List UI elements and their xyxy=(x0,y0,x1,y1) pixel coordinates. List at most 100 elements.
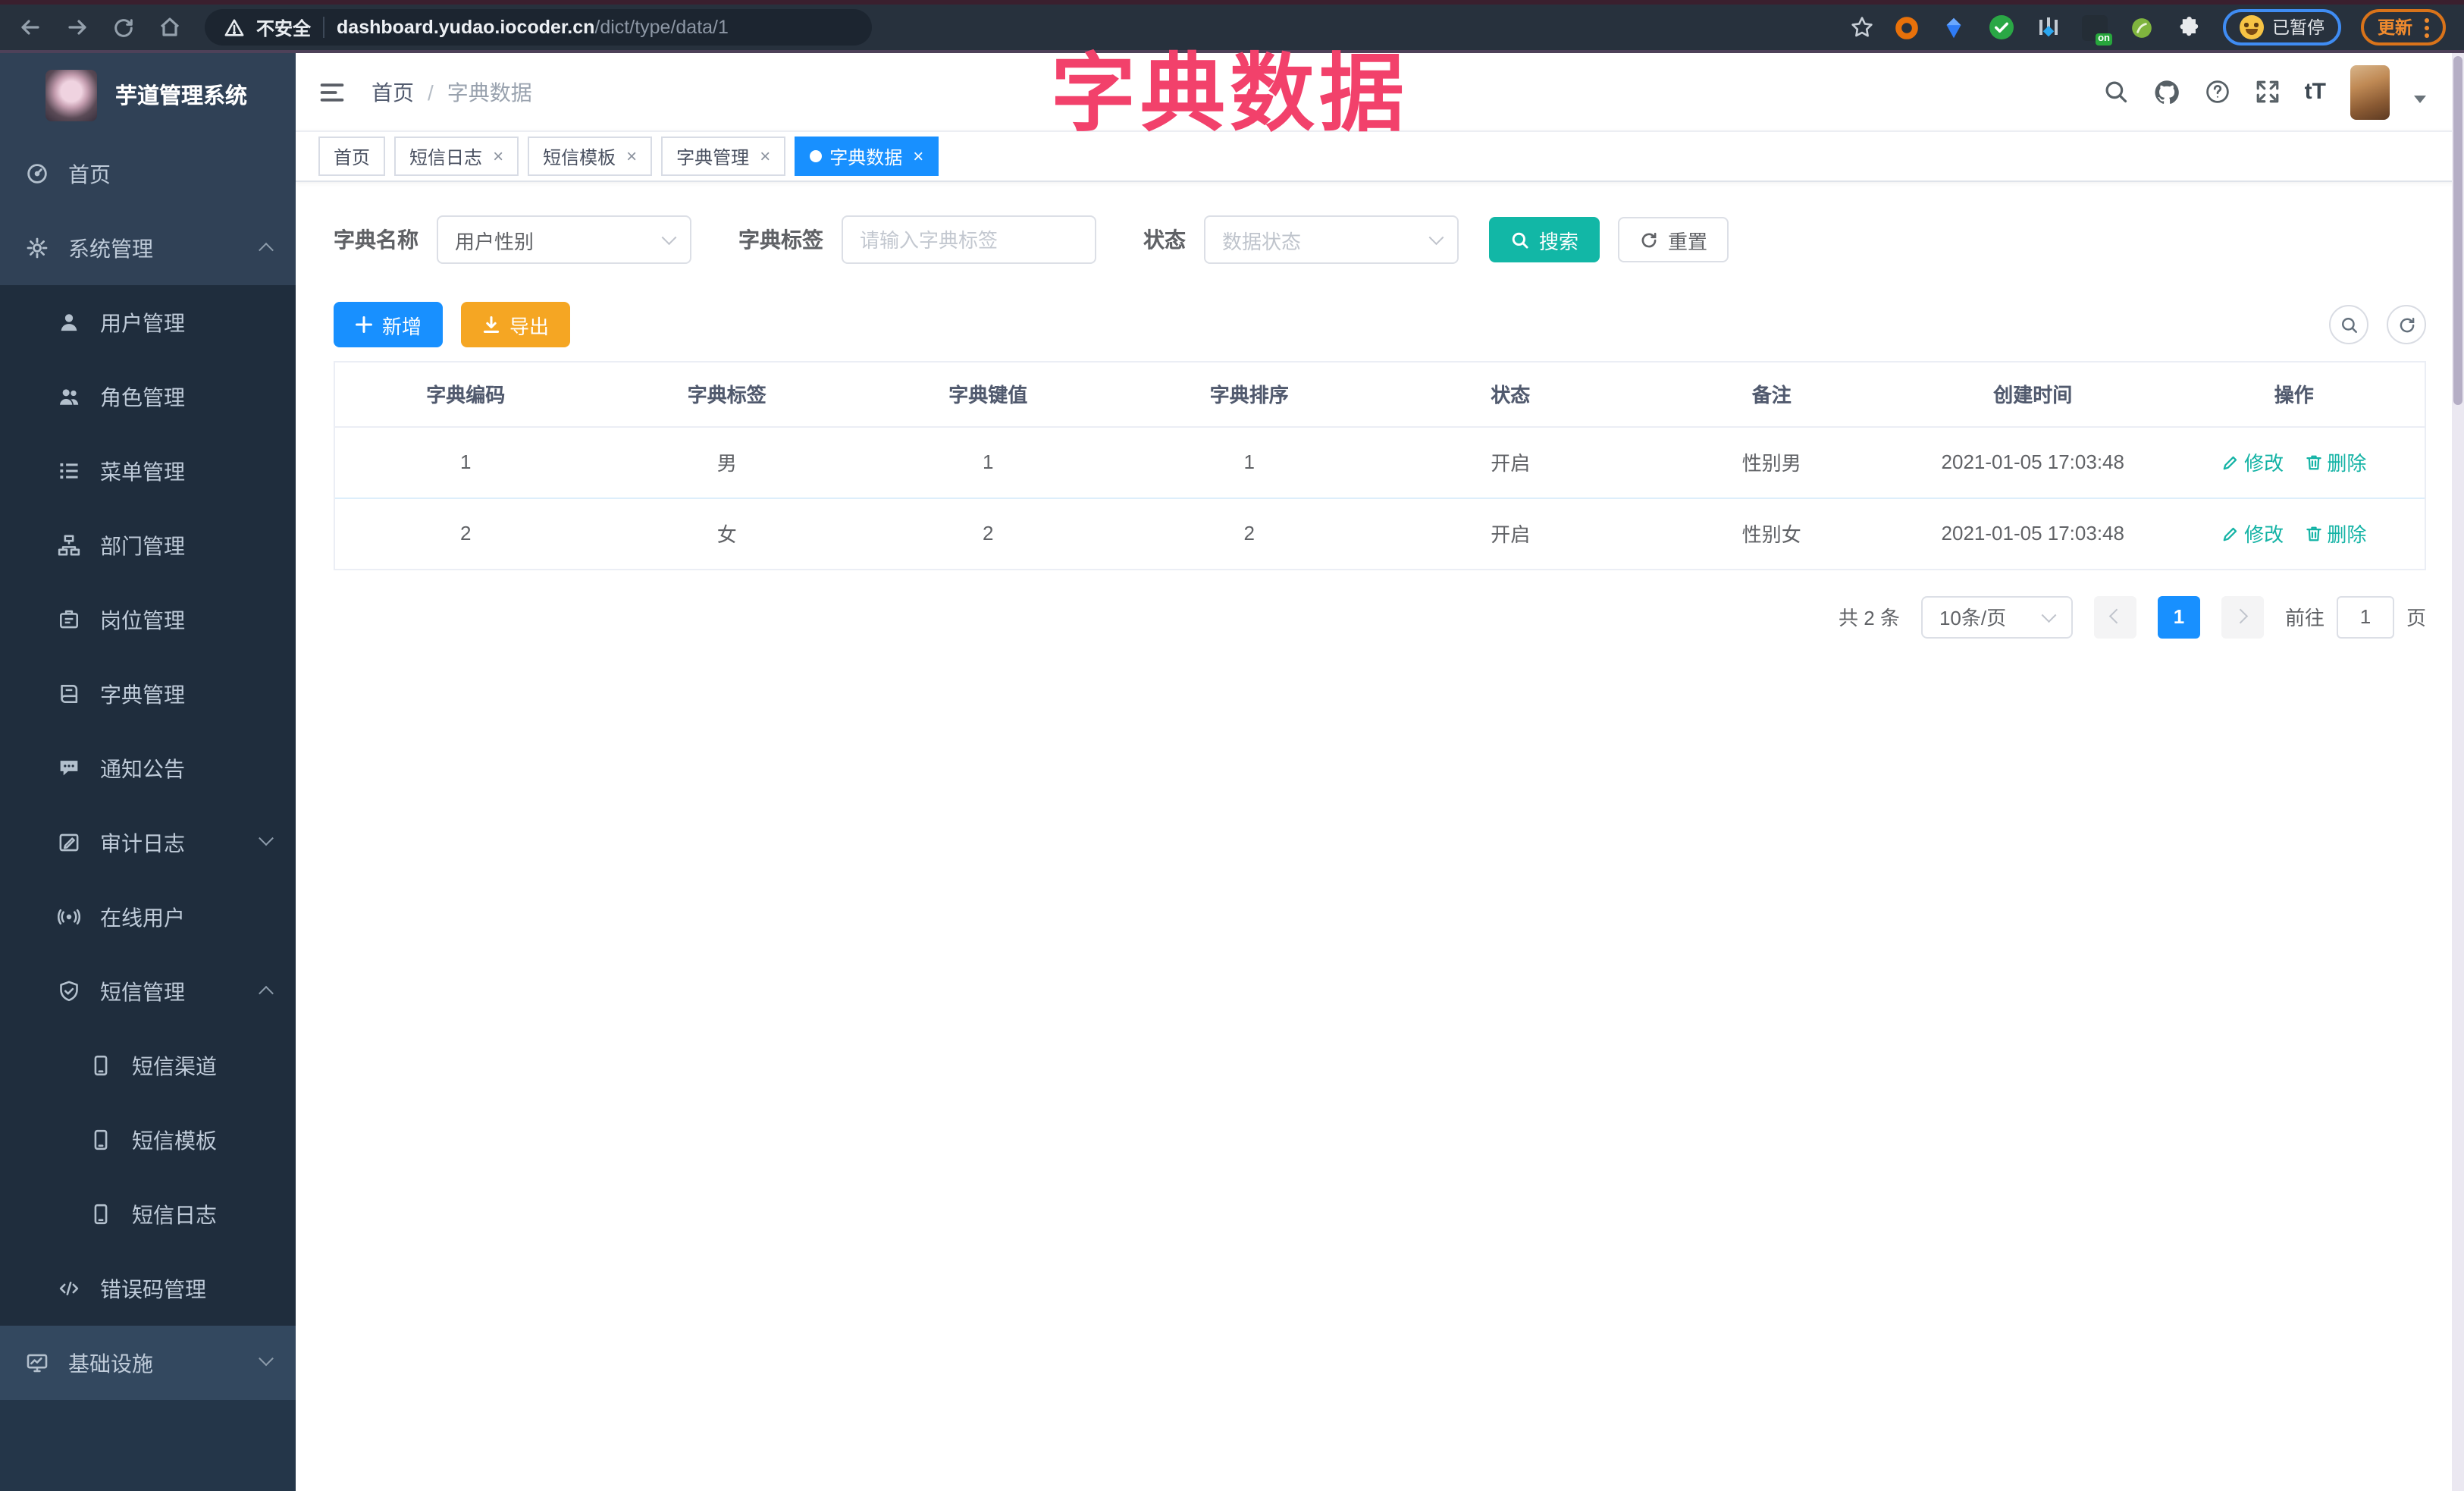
search-button[interactable]: 搜索 xyxy=(1489,217,1600,262)
sidebar-item-sms-template[interactable]: 短信模板 xyxy=(0,1103,296,1177)
update-label: 更新 xyxy=(2378,20,2412,38)
prev-page-button[interactable] xyxy=(2093,595,2136,638)
export-button[interactable]: 导出 xyxy=(461,302,571,347)
status-select[interactable]: 数据状态 xyxy=(1204,215,1459,264)
sidebar-item-label: 短信管理 xyxy=(100,979,185,1003)
sidebar-item-system[interactable]: 系统管理 xyxy=(0,211,296,285)
browser-menu-kebab-icon[interactable] xyxy=(2425,17,2429,37)
menu-list-icon xyxy=(58,460,80,482)
github-icon[interactable] xyxy=(2153,78,2180,105)
breadcrumb: 首页 / 字典数据 xyxy=(371,77,532,107)
sidebar-item-label: 在线用户 xyxy=(100,905,185,929)
scrollbar[interactable] xyxy=(2452,53,2464,1491)
sidebar-item-label: 首页 xyxy=(68,162,111,186)
close-icon[interactable] xyxy=(760,147,770,165)
close-icon[interactable] xyxy=(913,147,923,165)
tag-dict-data-active[interactable]: 字典数据 xyxy=(795,137,939,176)
tag-home[interactable]: 首页 xyxy=(318,137,386,176)
extension-on-switch-icon[interactable]: on xyxy=(2081,14,2112,45)
delete-link[interactable]: 删除 xyxy=(2304,447,2366,476)
avatar-caret-down-icon[interactable] xyxy=(2414,96,2426,103)
extension-green-plant-icon[interactable] xyxy=(2128,14,2155,41)
hamburger-icon[interactable] xyxy=(318,78,346,105)
sidebar-item-audit-log[interactable]: 审计日志 xyxy=(0,805,296,880)
dict-name-select[interactable]: 用户性别 xyxy=(437,215,691,264)
modify-link[interactable]: 修改 xyxy=(2221,447,2284,476)
back-icon[interactable] xyxy=(18,15,42,39)
reset-button[interactable]: 重置 xyxy=(1618,217,1729,262)
current-page-button[interactable]: 1 xyxy=(2157,595,2200,638)
sidebar-item-notices[interactable]: 通知公告 xyxy=(0,731,296,805)
add-button[interactable]: 新增 xyxy=(334,302,444,347)
sidebar-item-dict[interactable]: 字典管理 xyxy=(0,657,296,731)
home-icon[interactable] xyxy=(158,15,182,39)
browser-profile-pill[interactable]: 已暂停 xyxy=(2222,9,2341,46)
sidebar-item-menus[interactable]: 菜单管理 xyxy=(0,434,296,508)
sidebar-item-infrastructure[interactable]: 基础设施 xyxy=(0,1326,296,1400)
col-status: 状态 xyxy=(1380,363,1641,427)
delete-link[interactable]: 删除 xyxy=(2304,519,2366,548)
chevron-down-icon xyxy=(661,230,676,245)
extension-green-check-icon[interactable] xyxy=(1987,14,2014,41)
refresh-icon[interactable] xyxy=(2387,305,2426,344)
forward-icon[interactable] xyxy=(65,15,89,39)
sidebar-item-label: 系统管理 xyxy=(68,236,153,260)
sidebar-item-label: 短信模板 xyxy=(132,1128,217,1152)
modify-link[interactable]: 修改 xyxy=(2221,519,2284,548)
goto-label: 前往 xyxy=(2284,607,2324,629)
scrollbar-thumb[interactable] xyxy=(2453,56,2462,405)
search-icon[interactable] xyxy=(2103,79,2129,105)
sidebar-item-sms-log[interactable]: 短信日志 xyxy=(0,1177,296,1251)
chevron-up-icon xyxy=(259,242,274,258)
tag-sms-log[interactable]: 短信日志 xyxy=(394,137,519,176)
security-label: 不安全 xyxy=(256,17,312,39)
goto-page-input[interactable] xyxy=(2336,595,2394,638)
sidebar-item-online-users[interactable]: 在线用户 xyxy=(0,880,296,954)
chevron-up-icon xyxy=(259,985,274,1001)
sidebar-item-sms-channel[interactable]: 短信渠道 xyxy=(0,1028,296,1103)
content: 字典名称 用户性别 字典标签 状态 数据状态 xyxy=(296,182,2464,1491)
font-size-icon[interactable]: tT xyxy=(2305,79,2326,105)
extension-blue-gem-icon[interactable] xyxy=(1940,14,1967,41)
address-bar[interactable]: 不安全 dashboard.yudao.iocoder.cn/dict/type… xyxy=(205,9,872,46)
sidebar-item-roles[interactable]: 角色管理 xyxy=(0,359,296,434)
sidebar-item-label: 菜单管理 xyxy=(100,459,185,483)
page-size-select[interactable]: 10条/页 xyxy=(1920,595,2073,638)
app-title: 芋道管理系统 xyxy=(115,85,247,109)
sidebar-item-users[interactable]: 用户管理 xyxy=(0,285,296,359)
close-icon[interactable] xyxy=(493,147,503,165)
screen: 不安全 dashboard.yudao.iocoder.cn/dict/type… xyxy=(0,0,2464,1491)
sidebar-item-home[interactable]: 首页 xyxy=(0,137,296,211)
col-remark: 备注 xyxy=(1641,363,1902,427)
help-icon[interactable] xyxy=(2205,79,2230,105)
tag-dict-manage[interactable]: 字典管理 xyxy=(661,137,786,176)
sidebar-filler xyxy=(0,1400,296,1491)
sidebar-item-label: 基础设施 xyxy=(68,1351,153,1375)
next-page-button[interactable] xyxy=(2221,595,2264,638)
toggle-search-icon[interactable] xyxy=(2329,305,2368,344)
extensions-puzzle-icon[interactable] xyxy=(2175,14,2202,41)
tag-sms-template[interactable]: 短信模板 xyxy=(528,137,653,176)
sidebar-item-sms[interactable]: 短信管理 xyxy=(0,954,296,1028)
bookmark-star-icon[interactable] xyxy=(1849,15,1873,39)
table-tools xyxy=(2329,305,2426,344)
sidebar-item-error-codes[interactable]: 错误码管理 xyxy=(0,1251,296,1326)
close-icon[interactable] xyxy=(626,147,637,165)
app-logo-row[interactable]: 芋道管理系统 xyxy=(0,53,296,137)
sidebar-item-posts[interactable]: 岗位管理 xyxy=(0,582,296,657)
page: 芋道管理系统 首页 系统管理 用户管理 角色管理 菜单管理 部门管理 岗位管理 … xyxy=(0,53,2464,1491)
shield-check-icon xyxy=(58,980,80,1003)
sidebar-item-departments[interactable]: 部门管理 xyxy=(0,508,296,582)
table-row[interactable]: 1 男 1 1 开启 性别男 2021-01-05 17:03:48 修改 删除 xyxy=(335,426,2425,498)
breadcrumb-current: 字典数据 xyxy=(447,80,532,104)
browser-update-button[interactable]: 更新 xyxy=(2361,9,2446,46)
dict-label-input[interactable] xyxy=(842,215,1096,264)
user-avatar[interactable] xyxy=(2350,64,2390,119)
extension-orange-icon[interactable] xyxy=(1893,14,1920,41)
reload-icon[interactable] xyxy=(112,16,135,39)
extension-stats-diamond-icon[interactable] xyxy=(2034,14,2061,41)
breadcrumb-home[interactable]: 首页 xyxy=(371,77,414,107)
main-area: 首页 / 字典数据 tT 首页 短信日志 短信模板 字典管理 xyxy=(296,53,2464,1491)
table-row[interactable]: 2 女 2 2 开启 性别女 2021-01-05 17:03:48 修改 删除 xyxy=(335,498,2425,570)
fullscreen-icon[interactable] xyxy=(2255,79,2281,105)
